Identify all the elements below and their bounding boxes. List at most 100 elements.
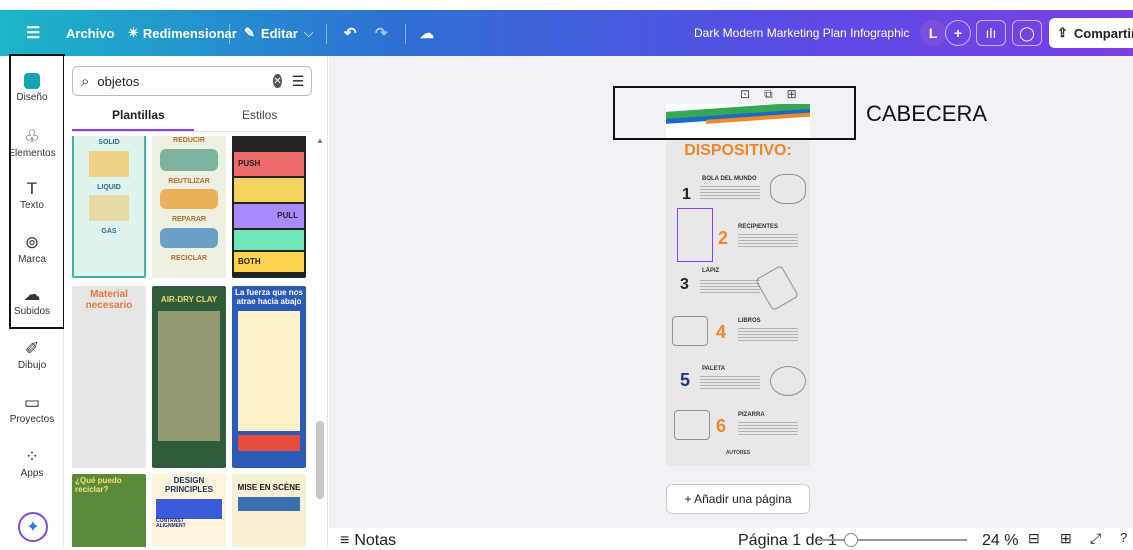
row-label: LÁPIZ: [702, 268, 720, 274]
help-icon[interactable]: ?: [1120, 530, 1127, 545]
template-card[interactable]: SOLID LIQUID GAS: [72, 136, 146, 278]
undo-icon[interactable]: ↶: [344, 10, 357, 56]
page-indicator[interactable]: Página 1 de 1: [738, 532, 837, 550]
apps-icon: ⁘: [24, 447, 40, 466]
notes-icon: ≡: [340, 532, 350, 549]
divider: [326, 24, 327, 44]
divider: [229, 24, 230, 44]
row-label: RECIPIENTES: [738, 224, 779, 230]
share-button[interactable]: ⇪ Compartir: [1049, 18, 1133, 48]
document-title[interactable]: Dark Modern Marketing Plan Infographic: [694, 10, 909, 56]
selection-box[interactable]: [677, 208, 713, 262]
magic-sparkle-icon[interactable]: ✦: [18, 512, 48, 542]
templates-grid: SOLID LIQUID GAS REDUCIR REUTILIZAR REPA…: [72, 136, 308, 547]
notes-button[interactable]: ≡ Notas: [340, 532, 396, 550]
row-number: 3: [680, 276, 689, 293]
zoom-level[interactable]: 24 %: [982, 532, 1018, 550]
scrollbar-thumb[interactable]: [316, 421, 324, 499]
filter-icon[interactable]: ☰: [292, 73, 305, 90]
rail-item-projects[interactable]: ▭ Proyectos: [0, 392, 64, 425]
rail-label: Apps: [20, 468, 44, 479]
folder-icon: ▭: [23, 393, 41, 412]
sparkle-icon: ✴: [128, 25, 139, 40]
hamburger-icon[interactable]: ☰: [26, 10, 40, 56]
rail-label: Dibujo: [17, 360, 47, 371]
notes-label: Notas: [354, 532, 397, 549]
template-card[interactable]: DESIGN PRINCIPLES CONTRAST ALIGNMENT: [152, 474, 226, 547]
template-title: La fuerza que nos atrae hacia abajo: [234, 288, 303, 306]
search-input[interactable]: [97, 73, 274, 89]
avatar[interactable]: L: [920, 20, 946, 46]
grid-view-icon[interactable]: ⊞: [1060, 530, 1072, 547]
clear-icon[interactable]: ✕: [273, 74, 282, 88]
template-label: PULL: [234, 204, 304, 228]
template-card[interactable]: Material necesario: [72, 286, 146, 468]
template-label: RECICLAR: [170, 255, 208, 263]
pencil-icon: ✎: [244, 25, 255, 40]
edit-menu[interactable]: ✎ Editar ⌵: [244, 10, 314, 56]
rail-item-draw[interactable]: ✐ Dibujo: [0, 338, 64, 371]
cloud-saved-icon[interactable]: ☁: [420, 10, 434, 56]
draw-icon: ✐: [24, 339, 40, 358]
pencil-icon: [755, 264, 799, 312]
add-page-button[interactable]: + Añadir una página: [666, 484, 810, 514]
tab-styles[interactable]: Estilos: [242, 108, 277, 130]
divider: [405, 24, 406, 44]
rail-highlight-frame: [9, 54, 65, 329]
template-label: SOLID: [98, 139, 120, 146]
panel-scrollbar[interactable]: ▲: [316, 136, 324, 547]
row-label: BOLA DEL MUNDO: [702, 176, 757, 182]
chalkboard-icon: [674, 410, 710, 440]
template-label: BOTH: [234, 252, 304, 272]
insights-icon[interactable]: ılı: [976, 20, 1006, 46]
header-annotation-label: CABECERA: [866, 101, 988, 126]
template-label: GAS: [101, 228, 117, 236]
template-card[interactable]: PUSH PULL BOTH: [232, 136, 306, 278]
fullscreen-icon[interactable]: ⤢: [1090, 530, 1101, 547]
template-card[interactable]: La fuerza que nos atrae hacia abajo: [232, 286, 306, 468]
zoom-slider-knob[interactable]: [844, 533, 858, 547]
resize-menu[interactable]: ✴ Redimensionar: [128, 10, 237, 56]
rail-label: Proyectos: [9, 414, 55, 425]
template-subtitle: ALIGNMENT: [156, 523, 186, 530]
add-collaborator-button[interactable]: +: [945, 20, 971, 46]
header-annotation-box: [613, 86, 856, 140]
zoom-slider[interactable]: [817, 533, 967, 547]
row-label: PIZARRA: [738, 412, 765, 418]
file-menu[interactable]: Archivo: [66, 10, 114, 56]
template-title: Material necesario: [85, 289, 133, 311]
template-card[interactable]: REDUCIR REUTILIZAR REPARAR RECICLAR: [152, 136, 226, 278]
infographic-page[interactable]: DISPOSITIVO: BOLA DEL MUNDO 1 RECIPIENTE…: [666, 104, 810, 466]
template-card[interactable]: AIR-DRY CLAY: [152, 286, 226, 468]
share-label: Compartir: [1073, 25, 1133, 41]
template-title: ¿Qué puedo reciclar?: [75, 476, 122, 494]
rail-item-apps[interactable]: ⁘ Apps: [0, 446, 64, 479]
template-title: DESIGN PRINCIPLES: [164, 476, 213, 494]
tabs-divider: [72, 131, 312, 132]
template-label: REUTILIZAR: [168, 177, 210, 185]
search-icon: ⌕: [81, 72, 90, 90]
row-label: PALETA: [702, 366, 726, 372]
template-title: MISE EN SCÈNE: [237, 483, 301, 492]
template-label: REDUCIR: [173, 137, 205, 144]
template-label: PUSH: [234, 152, 304, 176]
tab-templates[interactable]: Plantillas: [112, 108, 165, 130]
book-icon: [672, 316, 708, 346]
template-card[interactable]: ¿Qué puedo reciclar?: [72, 474, 146, 547]
template-label: LIQUID: [97, 183, 121, 191]
page-view-icon[interactable]: ⊟: [1028, 530, 1040, 547]
row-number: 5: [680, 370, 691, 390]
template-label: REPARAR: [171, 216, 207, 224]
redo-icon[interactable]: ↷: [375, 10, 388, 56]
row-label: LIBROS: [738, 318, 761, 324]
infographic-footer: AUTORES: [725, 450, 751, 456]
row-number: 6: [716, 416, 727, 436]
row-number: 2: [718, 228, 729, 248]
scroll-up-icon[interactable]: ▲: [316, 136, 324, 145]
template-card[interactable]: MISE EN SCÈNE: [232, 474, 306, 547]
resize-label: Redimensionar: [142, 25, 237, 41]
search-box: ⌕ ✕ ☰: [72, 66, 312, 96]
row-number: 1: [682, 186, 691, 203]
palette-icon: [770, 366, 806, 396]
comment-icon[interactable]: ◯: [1012, 20, 1042, 46]
